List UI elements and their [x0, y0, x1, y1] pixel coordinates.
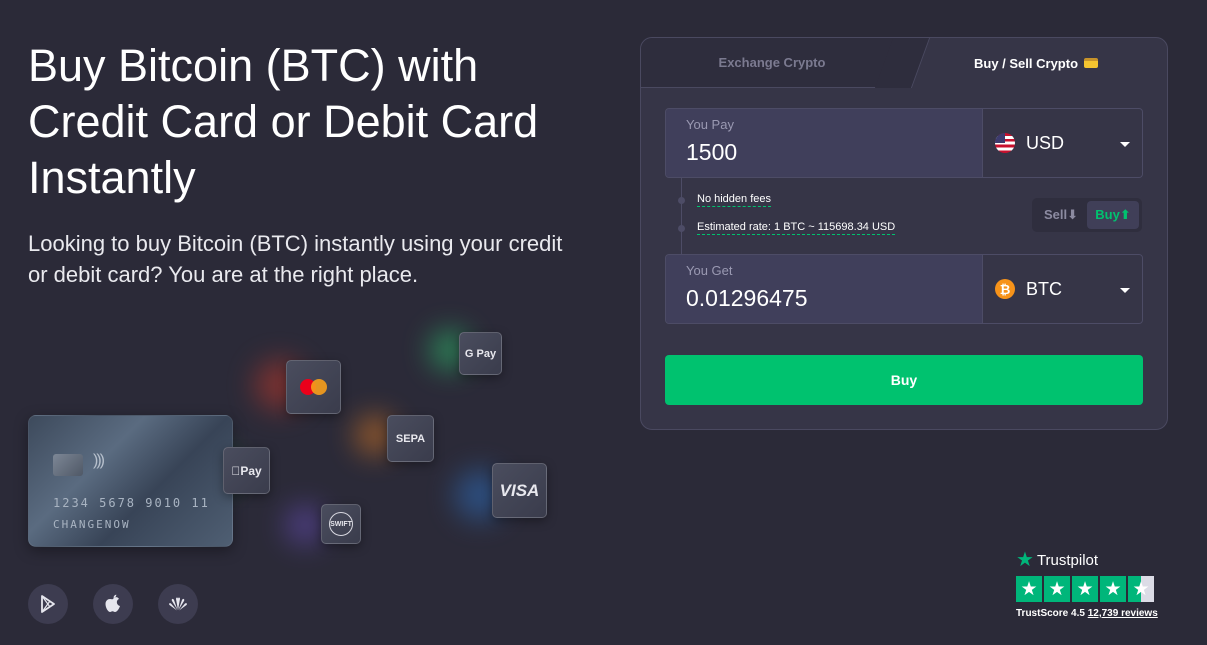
payment-illustration: ))) 1234 5678 9010 11 CHANGENOW G Pay SE… [0, 320, 620, 560]
pay-currency-code: USD [1026, 132, 1065, 153]
trustscore: TrustScore 4.5 [1016, 608, 1085, 619]
contactless-icon: ))) [93, 452, 105, 469]
page-title: Buy Bitcoin (BTC) with Credit Card or De… [28, 40, 539, 203]
you-pay-input[interactable]: You Pay 1500 [666, 109, 982, 177]
chevron-down-icon [1120, 142, 1130, 147]
you-pay-amount[interactable]: 1500 [686, 139, 737, 166]
reviews-link[interactable]: 12,739 reviews [1088, 608, 1158, 619]
chevron-down-icon [1120, 288, 1130, 293]
apple-pay-icon: Pay [223, 447, 270, 494]
no-hidden-fees-link[interactable]: No hidden fees [697, 193, 771, 207]
mastercard-icon [286, 360, 341, 414]
pay-currency-select[interactable]: USD [982, 109, 1142, 177]
sell-toggle[interactable]: Sell⬇ [1035, 207, 1087, 223]
sepa-icon: SEPA [387, 415, 434, 462]
card-chip-icon [53, 454, 83, 476]
trustpilot-rating-stars: ★ ★ ★ ★ ★ [1016, 576, 1176, 602]
swift-icon: SWIFT [321, 504, 361, 544]
tab-buy-sell-crypto[interactable]: Buy / Sell Crypto [903, 38, 1167, 88]
google-pay-icon: G Pay [459, 332, 502, 375]
bank-card-image: ))) 1234 5678 9010 11 CHANGENOW [28, 415, 233, 547]
visa-icon: VISA [492, 463, 547, 518]
google-play-icon[interactable] [28, 584, 68, 624]
you-get-input[interactable]: You Get 0.01296475 [666, 255, 982, 323]
you-get-amount: 0.01296475 [686, 285, 808, 311]
exchange-widget: Exchange Crypto Buy / Sell Crypto You Pa… [640, 37, 1168, 430]
star-icon: ★ [1044, 576, 1070, 602]
you-get-field: You Get 0.01296475 ₿ BTC [665, 254, 1143, 324]
credit-card-icon [1084, 58, 1099, 68]
apple-icon[interactable] [93, 584, 133, 624]
buy-toggle[interactable]: Buy⬆ [1087, 201, 1139, 229]
page-subtitle: Looking to buy Bitcoin (BTC) instantly u… [28, 231, 563, 287]
trustpilot-star-icon: ★ [1016, 549, 1034, 571]
card-number: 1234 5678 9010 11 [53, 496, 210, 510]
trustpilot-widget[interactable]: ★ Trustpilot ★ ★ ★ ★ ★ TrustScore 4.5 12… [1016, 550, 1176, 619]
you-pay-label: You Pay [686, 117, 734, 132]
estimated-rate-link[interactable]: Estimated rate: 1 BTC ~ 115698.34 USD [697, 221, 896, 235]
huawei-icon[interactable] [158, 584, 198, 624]
star-icon: ★ [1016, 576, 1042, 602]
buy-sell-switch: Sell⬇ Buy⬆ [1032, 198, 1142, 232]
info-divider [681, 178, 682, 254]
info-dot [678, 225, 685, 232]
half-star-icon: ★ [1128, 576, 1154, 602]
info-dot [678, 197, 685, 204]
you-pay-field: You Pay 1500 USD [665, 108, 1143, 178]
tab-exchange-crypto[interactable]: Exchange Crypto [641, 38, 903, 88]
you-get-label: You Get [686, 263, 733, 278]
trustpilot-brand: Trustpilot [1036, 551, 1099, 569]
get-currency-code: BTC [1026, 278, 1062, 299]
star-icon: ★ [1072, 576, 1098, 602]
star-icon: ★ [1100, 576, 1126, 602]
card-holder: CHANGENOW [53, 518, 131, 531]
bitcoin-icon: ₿ [995, 279, 1015, 299]
get-currency-select[interactable]: ₿ BTC [982, 255, 1142, 323]
buy-button[interactable]: Buy [665, 355, 1143, 405]
us-flag-icon [995, 133, 1015, 153]
